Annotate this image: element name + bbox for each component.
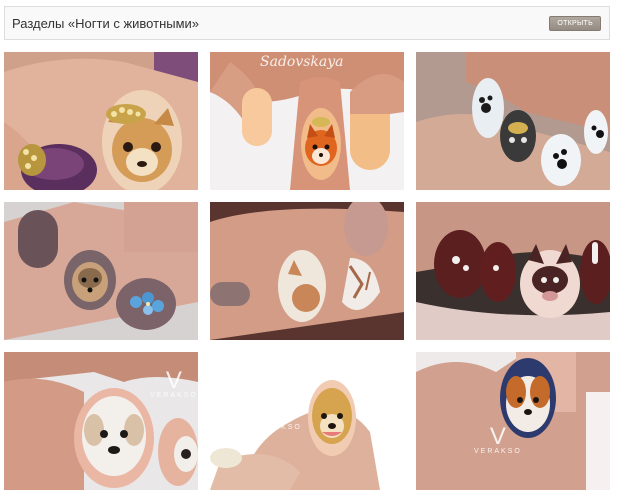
gallery-tile-2[interactable]: Sadovskaya — [210, 52, 404, 190]
nail-gallery: Sadovskaya V VERAKSO V VERAKSO V VERAKSO — [4, 52, 611, 490]
gallery-tile-3[interactable] — [416, 52, 610, 190]
tile-1-image — [4, 52, 198, 190]
section-title: Разделы «Ногти с животными» — [12, 15, 200, 31]
gallery-tile-6[interactable] — [416, 202, 610, 340]
gallery-tile-9[interactable]: V VERAKSO — [416, 352, 610, 490]
verakso-watermark-7: V VERAKSO — [150, 367, 198, 400]
tile-9-image — [416, 352, 610, 490]
gallery-tile-8[interactable]: V VERAKSO — [210, 352, 404, 490]
verakso-watermark-9: V VERAKSO — [474, 423, 522, 456]
verakso-logo-v: V — [489, 423, 506, 450]
verakso-watermark-8: V VERAKSO — [254, 399, 302, 432]
tile-4-image — [4, 202, 198, 340]
tile-5-image — [210, 202, 404, 340]
tile-2-image — [210, 52, 404, 190]
tile-3-image — [416, 52, 610, 190]
gallery-tile-1[interactable] — [4, 52, 198, 190]
open-button[interactable]: ОТКРЫТЬ — [549, 15, 601, 31]
gallery-tile-7[interactable]: V VERAKSO — [4, 352, 198, 490]
gallery-tile-5[interactable] — [210, 202, 404, 340]
gallery-tile-4[interactable] — [4, 202, 198, 340]
tile-8-image — [210, 352, 404, 490]
section-header: Разделы «Ногти с животными» ОТКРЫТЬ — [4, 6, 610, 40]
tile-6-image — [416, 202, 610, 340]
verakso-logo-v: V — [165, 367, 182, 394]
verakso-logo-v: V — [269, 399, 286, 426]
sadovskaya-watermark: Sadovskaya — [260, 54, 344, 70]
